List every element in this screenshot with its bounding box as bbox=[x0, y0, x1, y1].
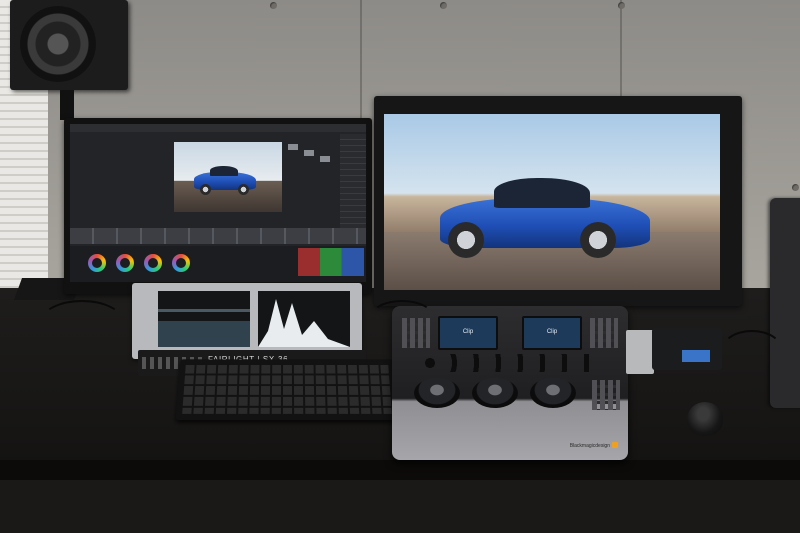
photo-scene: FAIRLIGHT | SX-36 Clip Clip Blackmagicde… bbox=[0, 0, 800, 533]
panel-buttons bbox=[590, 318, 618, 348]
car-wheel bbox=[200, 184, 211, 195]
wall-bolt bbox=[440, 2, 447, 9]
speaker-woofer bbox=[20, 6, 96, 82]
brand-mark-icon bbox=[612, 442, 618, 448]
wall-bolt bbox=[792, 184, 799, 191]
keyboard bbox=[175, 359, 399, 420]
histogram-screen bbox=[258, 291, 350, 347]
speaker-icon bbox=[10, 0, 128, 90]
car-wheel bbox=[448, 222, 484, 258]
panel-screen-right: Clip bbox=[522, 316, 582, 350]
trackball-icon bbox=[530, 378, 576, 408]
computer-tower bbox=[770, 198, 800, 408]
trackball-icon bbox=[472, 378, 518, 408]
car-wheel bbox=[238, 184, 249, 195]
panel-screen-left: Clip bbox=[438, 316, 498, 350]
speaker-stand bbox=[60, 90, 74, 120]
node-graph bbox=[284, 140, 344, 180]
rgb-scopes bbox=[298, 248, 364, 276]
car-window bbox=[210, 166, 238, 176]
node bbox=[288, 144, 298, 150]
keyboard-keys bbox=[182, 364, 392, 414]
waveform-screen bbox=[158, 291, 250, 347]
color-grading-panel: Clip Clip Blackmagicdesign bbox=[392, 306, 628, 460]
timeline bbox=[70, 228, 366, 244]
recorder-screen bbox=[682, 350, 710, 362]
left-monitor bbox=[64, 118, 372, 294]
scope-monitor bbox=[132, 283, 362, 359]
right-monitor bbox=[374, 96, 742, 306]
panel-brand: Blackmagicdesign bbox=[569, 443, 610, 449]
car-window bbox=[494, 178, 590, 208]
reference-screen bbox=[384, 114, 720, 290]
mouse-icon bbox=[687, 402, 723, 436]
wall-bolt bbox=[618, 2, 625, 9]
node bbox=[304, 150, 314, 156]
desk-edge bbox=[0, 460, 800, 480]
cable bbox=[720, 330, 784, 374]
inspector-panel bbox=[340, 134, 366, 229]
panel-knob-row bbox=[422, 354, 598, 372]
software-toolbar bbox=[70, 124, 366, 132]
color-wheel-icon bbox=[88, 254, 106, 272]
editing-software-screen bbox=[70, 124, 366, 282]
wall-bolt bbox=[270, 2, 277, 9]
node bbox=[320, 156, 330, 162]
cable bbox=[40, 300, 124, 344]
color-wheel-icon bbox=[172, 254, 190, 272]
color-wheel-icon bbox=[116, 254, 134, 272]
car-wheel bbox=[580, 222, 616, 258]
floor bbox=[0, 480, 800, 533]
waveform-graph bbox=[158, 309, 250, 347]
adapter-device bbox=[626, 330, 654, 374]
recorder-device bbox=[652, 328, 722, 370]
cable bbox=[370, 300, 434, 334]
panel-buttons bbox=[592, 380, 620, 410]
preview-viewer bbox=[174, 142, 282, 212]
color-wheel-icon bbox=[144, 254, 162, 272]
trackball-icon bbox=[414, 378, 460, 408]
histogram-graph bbox=[258, 299, 350, 347]
